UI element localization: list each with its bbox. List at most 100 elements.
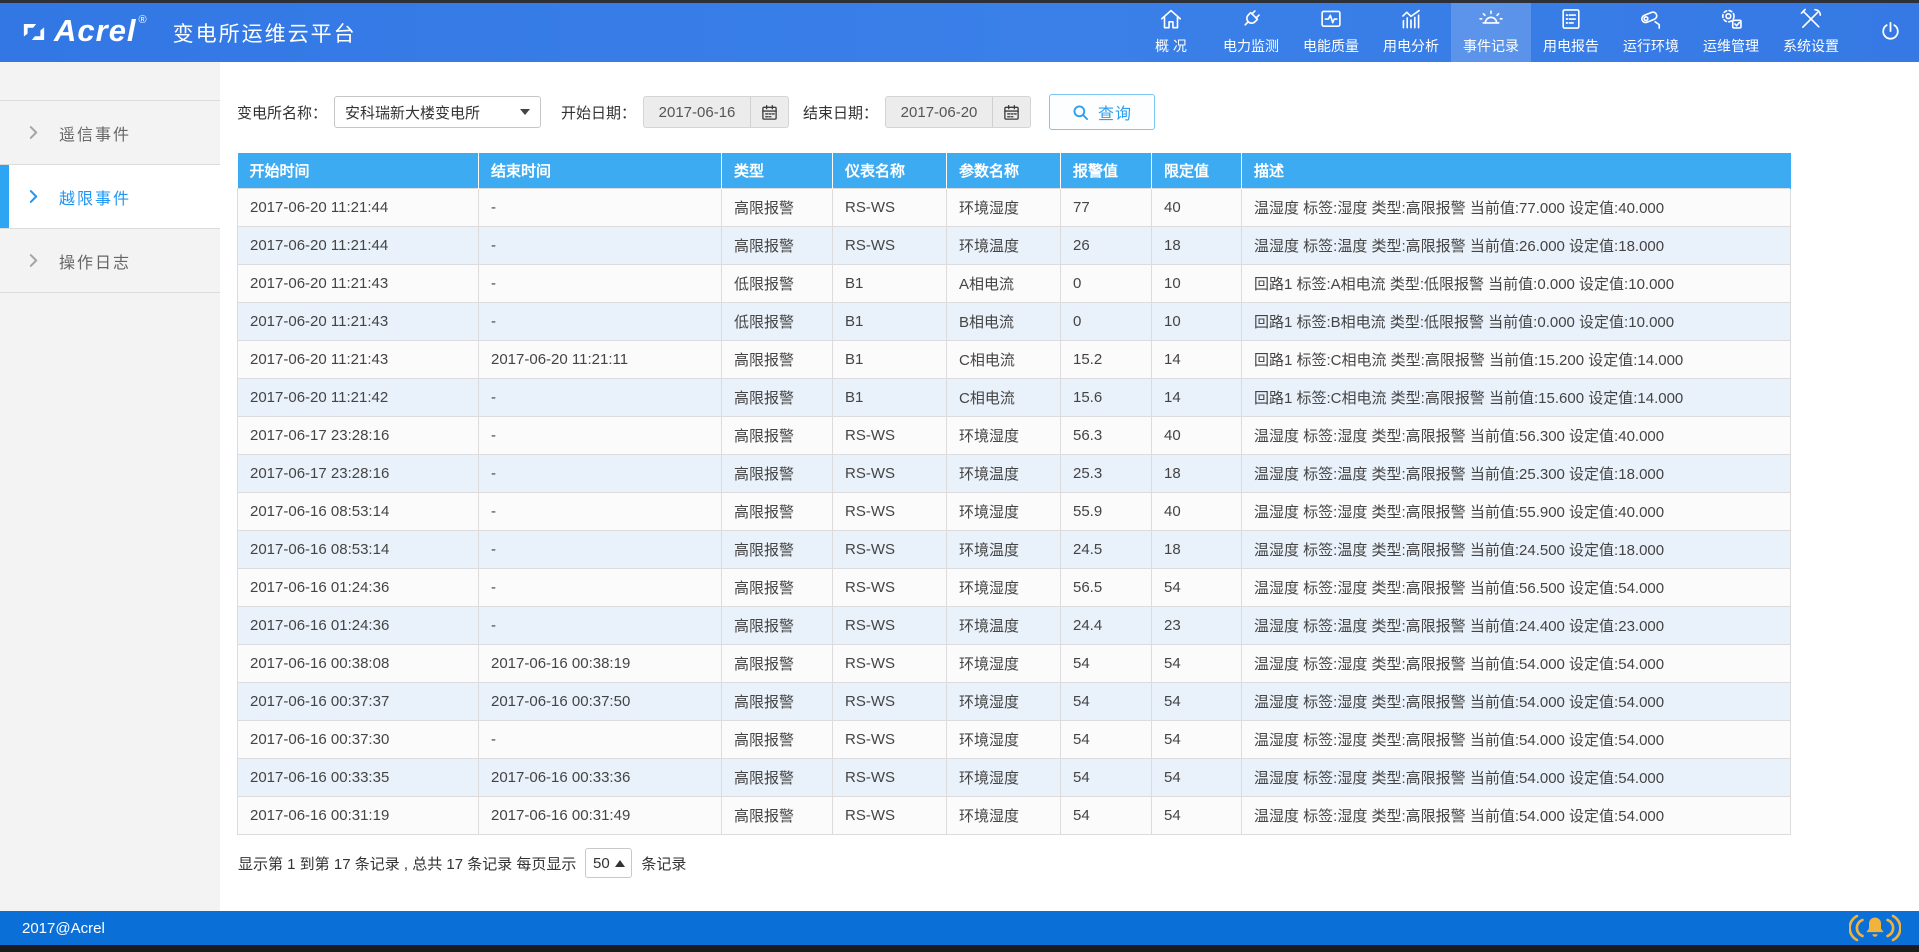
table-cell: 环境湿度 <box>947 721 1061 759</box>
table-cell: 高限报警 <box>722 531 833 569</box>
table-cell: RS-WS <box>833 493 947 531</box>
plug-icon <box>1238 6 1264 32</box>
station-select-value: 安科瑞新大楼变电所 <box>345 102 480 123</box>
table-row: 2017-06-16 00:37:30-高限报警RS-WS环境湿度5454温湿度… <box>238 721 1791 759</box>
nav-item-event-record[interactable]: 事件记录 <box>1451 0 1531 62</box>
table-cell: 环境湿度 <box>947 759 1061 797</box>
table-cell: 2017-06-16 01:24:36 <box>238 569 479 607</box>
table-cell: 温湿度 标签:温度 类型:高限报警 当前值:25.300 设定值:18.000 <box>1242 455 1791 493</box>
alarm-bell-button[interactable] <box>1849 913 1901 947</box>
main-nav: 概 况电力监测电能质量用电分析事件记录用电报告运行环境运维管理系统设置 <box>1131 0 1851 62</box>
table-cell: 温湿度 标签:温度 类型:高限报警 当前值:24.400 设定值:23.000 <box>1242 607 1791 645</box>
waveform-box-icon <box>1318 6 1344 32</box>
table-cell: 回路1 标签:B相电流 类型:低限报警 当前值:0.000 设定值:10.000 <box>1242 303 1791 341</box>
sidebar-item-limit-violation-events[interactable]: 越限事件 <box>0 165 220 229</box>
table-cell: 10 <box>1152 303 1242 341</box>
caret-up-icon <box>615 860 625 867</box>
nav-item-power-quality[interactable]: 电能质量 <box>1291 0 1371 62</box>
nav-item-usage-analysis[interactable]: 用电分析 <box>1371 0 1451 62</box>
alarm-siren-icon <box>1478 6 1504 32</box>
table-cell: 14 <box>1152 379 1242 417</box>
gear-check-icon <box>1718 6 1744 32</box>
sidebar-item-remote-signal-events[interactable]: 遥信事件 <box>0 101 220 165</box>
sidebar-item-operation-log[interactable]: 操作日志 <box>0 229 220 293</box>
end-date-calendar-button[interactable] <box>992 97 1030 127</box>
table-cell: 环境温度 <box>947 607 1061 645</box>
table-row: 2017-06-20 11:21:44-高限报警RS-WS环境湿度7740温湿度… <box>238 189 1791 227</box>
table-cell: - <box>479 265 722 303</box>
logout-power-button[interactable] <box>1861 19 1919 44</box>
table-cell: 环境温度 <box>947 455 1061 493</box>
station-select[interactable]: 安科瑞新大楼变电所 <box>334 96 541 128</box>
table-cell: 56.5 <box>1061 569 1152 607</box>
table-cell: 回路1 标签:C相电流 类型:高限报警 当前值:15.200 设定值:14.00… <box>1242 341 1791 379</box>
logo-text: Acrel <box>54 14 137 48</box>
table-cell: 温湿度 标签:湿度 类型:高限报警 当前值:54.000 设定值:54.000 <box>1242 797 1791 835</box>
table-row: 2017-06-16 00:33:352017-06-16 00:33:36高限… <box>238 759 1791 797</box>
table-row: 2017-06-16 08:53:14-高限报警RS-WS环境温度24.518温… <box>238 531 1791 569</box>
page-size-value: 50 <box>593 855 610 872</box>
table-row: 2017-06-16 08:53:14-高限报警RS-WS环境湿度55.940温… <box>238 493 1791 531</box>
table-cell: 环境湿度 <box>947 417 1061 455</box>
table-cell: 24.5 <box>1061 531 1152 569</box>
nav-item-power-monitor[interactable]: 电力监测 <box>1211 0 1291 62</box>
calendar-icon <box>1003 104 1020 121</box>
table-row: 2017-06-16 01:24:36-高限报警RS-WS环境湿度56.554温… <box>238 569 1791 607</box>
table-row: 2017-06-20 11:21:42-高限报警B1C相电流15.614回路1 … <box>238 379 1791 417</box>
page-size-select[interactable]: 50 <box>585 848 632 878</box>
nav-item-label: 用电分析 <box>1383 36 1439 56</box>
table-cell: 2017-06-20 11:21:43 <box>238 341 479 379</box>
table-cell: 低限报警 <box>722 265 833 303</box>
table-cell: 环境湿度 <box>947 683 1061 721</box>
table-cell: 2017-06-20 11:21:43 <box>238 303 479 341</box>
footer-bar: 2017@Acrel <box>0 911 1919 952</box>
table-row: 2017-06-20 11:21:432017-06-20 11:21:11高限… <box>238 341 1791 379</box>
search-icon <box>1072 104 1089 121</box>
table-cell: 54 <box>1061 683 1152 721</box>
start-date-input[interactable]: 2017-06-16 <box>644 97 750 127</box>
table-cell: 55.9 <box>1061 493 1152 531</box>
table-cell: 54 <box>1152 645 1242 683</box>
table-cell: 54 <box>1061 721 1152 759</box>
table-cell: A相电流 <box>947 265 1061 303</box>
end-date-input[interactable]: 2017-06-20 <box>886 97 992 127</box>
search-button[interactable]: 查询 <box>1049 94 1155 130</box>
nav-item-usage-report[interactable]: 用电报告 <box>1531 0 1611 62</box>
table-cell: 2017-06-17 23:28:16 <box>238 455 479 493</box>
table-header-row: 开始时间结束时间类型仪表名称参数名称报警值限定值描述 <box>238 153 1791 189</box>
nav-item-environment[interactable]: 运行环境 <box>1611 0 1691 62</box>
table-cell: 2017-06-16 00:37:50 <box>479 683 722 721</box>
acrel-logo: Acrel ® <box>18 14 147 48</box>
table-cell: 高限报警 <box>722 227 833 265</box>
nav-item-overview[interactable]: 概 况 <box>1131 0 1211 62</box>
end-date-label: 结束日期： <box>803 102 878 123</box>
table-cell: - <box>479 493 722 531</box>
table-cell: 23 <box>1152 607 1242 645</box>
table-cell: 2017-06-16 00:33:35 <box>238 759 479 797</box>
table-cell: - <box>479 455 722 493</box>
table-cell: B相电流 <box>947 303 1061 341</box>
table-cell: 环境温度 <box>947 227 1061 265</box>
bar-chart-icon <box>1398 6 1424 32</box>
start-date-calendar-button[interactable] <box>750 97 788 127</box>
table-cell: 25.3 <box>1061 455 1152 493</box>
cctv-camera-icon <box>1638 6 1664 32</box>
window-top-edge <box>0 0 1919 3</box>
table-cell: 2017-06-16 00:31:19 <box>238 797 479 835</box>
app-window: Acrel ® 变电所运维云平台 概 况电力监测电能质量用电分析事件记录用电报告… <box>0 0 1919 952</box>
table-cell: 18 <box>1152 455 1242 493</box>
nav-item-maintenance[interactable]: 运维管理 <box>1691 0 1771 62</box>
table-cell: 高限报警 <box>722 683 833 721</box>
table-cell: 2017-06-16 00:38:08 <box>238 645 479 683</box>
report-document-icon <box>1558 6 1584 32</box>
column-header: 仪表名称 <box>833 153 947 189</box>
nav-item-system-settings[interactable]: 系统设置 <box>1771 0 1851 62</box>
start-date-label: 开始日期： <box>561 102 636 123</box>
table-cell: RS-WS <box>833 759 947 797</box>
table-cell: - <box>479 607 722 645</box>
table-cell: 2017-06-16 00:37:37 <box>238 683 479 721</box>
column-header: 参数名称 <box>947 153 1061 189</box>
table-cell: 14 <box>1152 341 1242 379</box>
events-table-wrap: 开始时间结束时间类型仪表名称参数名称报警值限定值描述 2017-06-20 11… <box>237 153 1790 835</box>
table-cell: 环境湿度 <box>947 569 1061 607</box>
